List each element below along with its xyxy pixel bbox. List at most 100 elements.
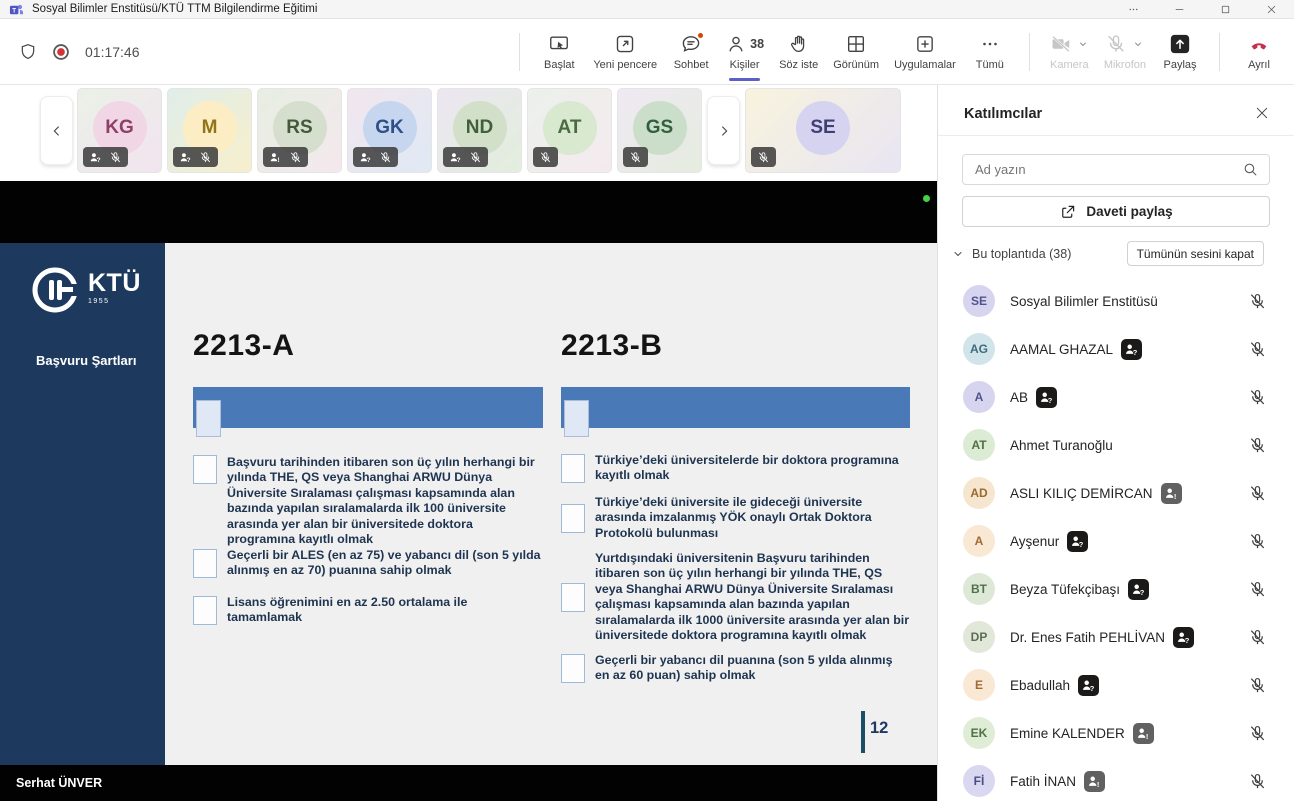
toolbar-button-ayril[interactable]: Ayrıl	[1236, 25, 1282, 79]
tile-status-badge	[533, 147, 558, 167]
chat-icon	[680, 33, 702, 55]
mic-muted-icon[interactable]	[1248, 340, 1267, 359]
mic-muted-icon[interactable]	[1248, 292, 1267, 311]
toolbar-button-uygulamalar[interactable]: Uygulamalar	[890, 25, 960, 79]
minimize-button[interactable]	[1156, 0, 1202, 18]
toolbar-button-yeni-pencere[interactable]: Yeni pencere	[589, 25, 661, 79]
avatar: Fİ	[963, 765, 995, 797]
mute-all-button[interactable]: Tümünün sesini kapat	[1127, 241, 1264, 266]
avatar: A	[963, 525, 995, 557]
participant-name: Ahmet Turanoğlu	[1010, 438, 1113, 453]
mic-muted-icon[interactable]	[1248, 676, 1267, 695]
search-input[interactable]	[973, 161, 1242, 178]
video-tile-GK[interactable]: GK?	[347, 88, 432, 173]
toolbar-button-label: Kamera	[1050, 59, 1089, 71]
ktu-logo-year: 1955	[88, 298, 141, 305]
identity-exclaim-icon: !	[269, 151, 282, 164]
scroll-right-button[interactable]	[707, 96, 740, 165]
participant-row[interactable]: EKEmine KALENDER!	[938, 709, 1294, 757]
share-invite-button[interactable]: Daveti paylaş	[962, 196, 1270, 227]
toolbar-button-label: Görünüm	[833, 59, 879, 71]
video-tile-M[interactable]: M?	[167, 88, 252, 173]
toolbar-button-label: Söz iste	[779, 59, 818, 71]
screen-share-stage: KTÜ 1955 Başvuru Şartları 12 2213-ABaşvu…	[0, 181, 937, 801]
participant-name: AB	[1010, 390, 1028, 405]
video-tile-RS[interactable]: RS!	[257, 88, 342, 173]
people-count-badge: 38	[750, 37, 764, 51]
requirement-text: Geçerli bir ALES (en az 75) ve yabancı d…	[227, 548, 541, 579]
scroll-left-button[interactable]	[40, 96, 73, 165]
toolbar-button-label: Paylaş	[1163, 59, 1196, 71]
participant-row[interactable]: AAyşenur?	[938, 517, 1294, 565]
mic-muted-icon[interactable]	[1248, 388, 1267, 407]
presentation-slide: KTÜ 1955 Başvuru Şartları 12 2213-ABaşvu…	[0, 243, 937, 765]
identity-question-badge: ?	[1128, 579, 1149, 600]
video-tile-SE[interactable]: SE	[745, 88, 901, 173]
participant-row[interactable]: AAB?	[938, 373, 1294, 421]
avatar: E	[963, 669, 995, 701]
toolbar-button-sohbet[interactable]: Sohbet	[668, 25, 714, 79]
video-tile-GS[interactable]: GS	[617, 88, 702, 173]
toolbar-button-kisiler[interactable]: 38Kişiler	[721, 25, 768, 79]
toolbar-button-label: Ayrıl	[1248, 59, 1270, 71]
mic-muted-icon[interactable]	[1248, 436, 1267, 455]
mic-muted-icon[interactable]	[1248, 580, 1267, 599]
toolbar-button-paylas[interactable]: Paylaş	[1157, 25, 1203, 79]
toolbar-button-tumu[interactable]: Tümü	[967, 25, 1013, 79]
maximize-button[interactable]	[1202, 0, 1248, 18]
mic-muted-icon[interactable]	[1248, 484, 1267, 503]
requirement-text: Türkiye’deki üniversitelerde bir doktora…	[595, 453, 910, 484]
participant-row[interactable]: AGAAMAL GHAZAL?	[938, 325, 1294, 373]
checkbox-icon	[561, 504, 585, 533]
mic-muted-icon[interactable]	[1248, 628, 1267, 647]
toolbar-button-baslat[interactable]: Başlat	[536, 25, 582, 79]
chevron-down-icon[interactable]	[1132, 38, 1144, 50]
toolbar-button-kamera[interactable]: Kamera	[1046, 25, 1093, 79]
presenter-name-label: Serhat ÜNVER	[16, 776, 102, 790]
mic-muted-icon	[469, 151, 482, 164]
participant-name: AAMAL GHAZAL	[1010, 342, 1113, 357]
mic-muted-icon[interactable]	[1248, 532, 1267, 551]
mic-muted-icon	[629, 151, 642, 164]
participant-row[interactable]: BTBeyza Tüfekçibaşı?	[938, 565, 1294, 613]
video-tile-AT[interactable]: AT	[527, 88, 612, 173]
toolbar-button-mikrofon[interactable]: Mikrofon	[1100, 25, 1150, 79]
video-tile-KG[interactable]: KG?	[77, 88, 162, 173]
more-icon	[979, 33, 1001, 55]
mic-muted-icon[interactable]	[1248, 724, 1267, 743]
participant-row[interactable]: FİFatih İNAN!	[938, 757, 1294, 801]
close-window-button[interactable]	[1248, 0, 1294, 18]
participant-name: ASLI KILIÇ DEMİRCAN	[1010, 486, 1153, 501]
mic-muted-icon	[109, 151, 122, 164]
participant-row[interactable]: EEbadullah?	[938, 661, 1294, 709]
mic-muted-icon[interactable]	[1248, 772, 1267, 791]
meeting-toolbar: 01:17:46 BaşlatYeni pencereSohbet38Kişil…	[0, 19, 1294, 85]
video-tile-ND[interactable]: ND?	[437, 88, 522, 173]
toolbar-button-label: Tümü	[976, 59, 1004, 71]
checkbox-icon	[561, 583, 585, 612]
avatar: SE	[796, 101, 850, 155]
svg-text:?: ?	[367, 157, 371, 164]
svg-text:!: !	[278, 157, 280, 164]
participant-row[interactable]: DPDr. Enes Fatih PEHLİVAN?	[938, 613, 1294, 661]
participant-search[interactable]	[962, 154, 1270, 185]
participant-row[interactable]: SESosyal Bilimler Enstitüsü	[938, 277, 1294, 325]
toolbar-button-label: Uygulamalar	[894, 59, 956, 71]
requirement-text: Türkiye’deki üniversite ile gideceği üni…	[595, 495, 910, 541]
avatar: DP	[963, 621, 995, 653]
toolbar-button-gorunum[interactable]: Görünüm	[829, 25, 883, 79]
titlebar-more-button[interactable]	[1110, 0, 1156, 18]
toolbar-button-soz-iste[interactable]: Söz iste	[775, 25, 822, 79]
slide-accent-bar	[193, 387, 543, 428]
chevron-down-icon[interactable]	[1077, 38, 1089, 50]
requirement-item: Geçerli bir yabancı dil puanına (son 5 y…	[561, 653, 910, 684]
chevron-down-icon[interactable]	[952, 248, 964, 260]
close-panel-icon[interactable]	[1254, 105, 1272, 123]
meeting-status: 01:17:46	[18, 42, 140, 62]
svg-text:!: !	[1173, 491, 1176, 500]
mic-off-icon	[1105, 33, 1127, 55]
share-invite-label: Daveti paylaş	[1086, 204, 1172, 219]
participant-row[interactable]: ADASLI KILIÇ DEMİRCAN!	[938, 469, 1294, 517]
participant-row[interactable]: ATAhmet Turanoğlu	[938, 421, 1294, 469]
svg-text:?: ?	[1079, 539, 1084, 548]
